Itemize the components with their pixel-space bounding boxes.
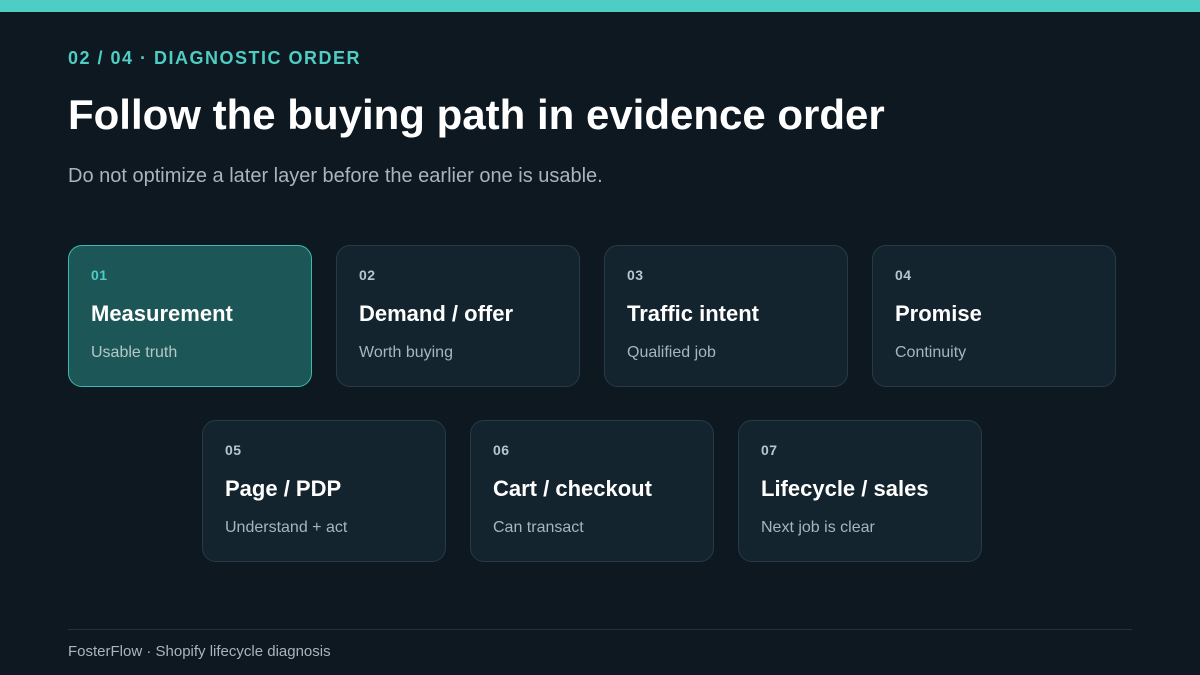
step-title: Demand / offer [359,301,514,326]
step-title: Measurement [91,301,233,326]
step-description: Usable truth [91,344,178,361]
step-title: Cart / checkout [493,476,652,501]
footer-text: FosterFlow · Shopify lifecycle diagnosis [68,643,331,660]
step-card-cart-checkout: 06 Cart / checkout Can transact [470,420,714,562]
step-description: Worth buying [359,344,453,361]
step-number: 06 [493,442,510,458]
step-card-traffic-intent: 03 Traffic intent Qualified job [604,245,848,387]
footer-divider [68,629,1132,630]
page-title: Follow the buying path in evidence order [68,91,885,138]
top-accent-bar [0,0,1200,12]
step-description: Qualified job [627,344,716,361]
step-card-lifecycle-sales: 07 Lifecycle / sales Next job is clear [738,420,982,562]
step-card-promise: 04 Promise Continuity [872,245,1116,387]
step-number: 07 [761,442,778,458]
page-subtitle: Do not optimize a later layer before the… [68,165,603,187]
step-title: Lifecycle / sales [761,476,929,501]
step-title: Promise [895,301,982,326]
step-number: 04 [895,267,912,283]
step-description: Understand + act [225,519,348,536]
step-description: Can transact [493,519,584,536]
step-card-page-pdp: 05 Page / PDP Understand + act [202,420,446,562]
step-card-demand-offer: 02 Demand / offer Worth buying [336,245,580,387]
step-description: Next job is clear [761,519,875,536]
step-number: 03 [627,267,644,283]
step-number: 02 [359,267,376,283]
step-title: Page / PDP [225,476,342,501]
step-description: Continuity [895,344,967,361]
step-number: 01 [91,267,108,283]
step-number: 05 [225,442,242,458]
section-eyebrow: 02 / 04 · DIAGNOSTIC ORDER [68,48,362,68]
step-card-measurement: 01 Measurement Usable truth [68,245,312,387]
step-title: Traffic intent [627,301,760,326]
